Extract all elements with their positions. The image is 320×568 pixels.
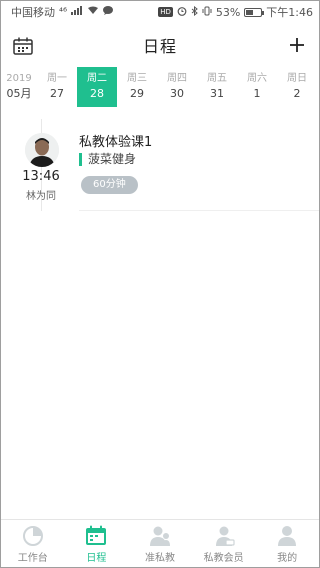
- bluetooth-icon: [191, 5, 198, 19]
- tab-members[interactable]: 私教会员: [192, 520, 256, 567]
- tab-schedule[interactable]: 日程: [65, 520, 129, 567]
- day-name: 周六: [247, 73, 267, 84]
- day-fri[interactable]: 周五 31: [197, 67, 237, 107]
- tab-label: 私教会员: [203, 553, 244, 564]
- prospect-members-icon: [149, 526, 170, 546]
- day-name: 周四: [167, 73, 187, 84]
- vibrate-icon: [202, 6, 212, 19]
- signal-icon: ⁴⁶: [59, 6, 68, 18]
- tab-profile[interactable]: 我的: [255, 520, 319, 567]
- day-mon[interactable]: 周一 27: [37, 67, 77, 107]
- tab-label: 工作台: [17, 553, 48, 564]
- coach-avatar: [25, 133, 59, 167]
- session-card[interactable]: 私教体验课1 菠菜健身 60分钟: [79, 129, 319, 211]
- battery-percent: 53%: [215, 5, 241, 19]
- tab-label: 我的: [277, 553, 298, 564]
- calendar-icon: [13, 37, 33, 55]
- signal-bars-icon: [71, 6, 83, 18]
- status-left: 中国移动 ⁴⁶: [11, 4, 114, 20]
- day-name: 周五: [207, 73, 227, 84]
- day-wed[interactable]: 周三 29: [117, 67, 157, 107]
- add-schedule-button[interactable]: [285, 33, 309, 57]
- day-name: 周一: [47, 73, 67, 84]
- day-sat[interactable]: 周六 1: [237, 67, 277, 107]
- day-date: 31: [210, 87, 224, 100]
- tab-label: 准私教: [144, 553, 175, 564]
- month-value: 05月: [6, 87, 32, 100]
- status-bar: 中国移动 ⁴⁶ HD 53% 下午1:46: [1, 1, 319, 23]
- status-time: 下午1:46: [266, 6, 313, 19]
- day-date: 29: [130, 87, 144, 100]
- day-name: 周三: [127, 73, 147, 84]
- message-icon: [103, 6, 114, 18]
- day-sun[interactable]: 周日 2: [277, 67, 317, 107]
- day-name: 周二: [87, 73, 107, 84]
- schedule-entry[interactable]: 13:46 林为同 私教体验课1 菠菜健身 60分钟: [1, 129, 319, 213]
- day-date: 27: [50, 87, 64, 100]
- alarm-icon: [177, 6, 187, 19]
- coach-name: 林为同: [26, 191, 56, 202]
- day-date: 30: [170, 87, 184, 100]
- tab-prospects[interactable]: 准私教: [128, 520, 192, 567]
- page-header: 日程: [1, 23, 319, 67]
- carrier-label: 中国移动: [11, 6, 55, 19]
- day-date: 1: [253, 87, 261, 100]
- calendar-icon: [86, 525, 107, 545]
- battery-level: [246, 9, 254, 15]
- day-thu[interactable]: 周四 30: [157, 67, 197, 107]
- wifi-icon: [87, 6, 99, 18]
- week-selector: 2019 05月 周一 27 周二 28 周三 29 周四 30 周五 31 周…: [1, 67, 319, 107]
- calendar-button[interactable]: [13, 37, 33, 55]
- duration-badge: 60分钟: [81, 176, 138, 194]
- workbench-icon: [22, 526, 43, 546]
- page-title: 日程: [142, 37, 177, 56]
- profile-icon: [278, 526, 297, 546]
- hd-icon: HD: [158, 7, 173, 17]
- battery-icon: [244, 7, 265, 17]
- tab-workbench[interactable]: 工作台: [1, 520, 65, 567]
- course-title: 私教体验课1: [79, 135, 153, 150]
- bottom-tab-bar: 工作台 日程 准私教 私教会员 我的: [1, 519, 319, 567]
- day-tue[interactable]: 周二 28: [77, 67, 117, 107]
- plus-icon: [290, 38, 304, 52]
- tab-label: 日程: [86, 553, 107, 564]
- year-label: 2019: [6, 73, 32, 84]
- app-screen: 中国移动 ⁴⁶ HD 53% 下午1:46 日程 2019 05月 周一 27 …: [0, 0, 320, 568]
- day-name: 周日: [287, 73, 307, 84]
- day-date: 2: [293, 87, 301, 100]
- month-label: 2019 05月: [1, 67, 37, 107]
- venue-label: 菠菜健身: [79, 153, 136, 166]
- day-date: 28: [90, 87, 104, 100]
- session-time: 13:46: [22, 169, 60, 184]
- members-icon: [215, 526, 235, 546]
- status-right: HD 53% 下午1:46: [158, 4, 313, 20]
